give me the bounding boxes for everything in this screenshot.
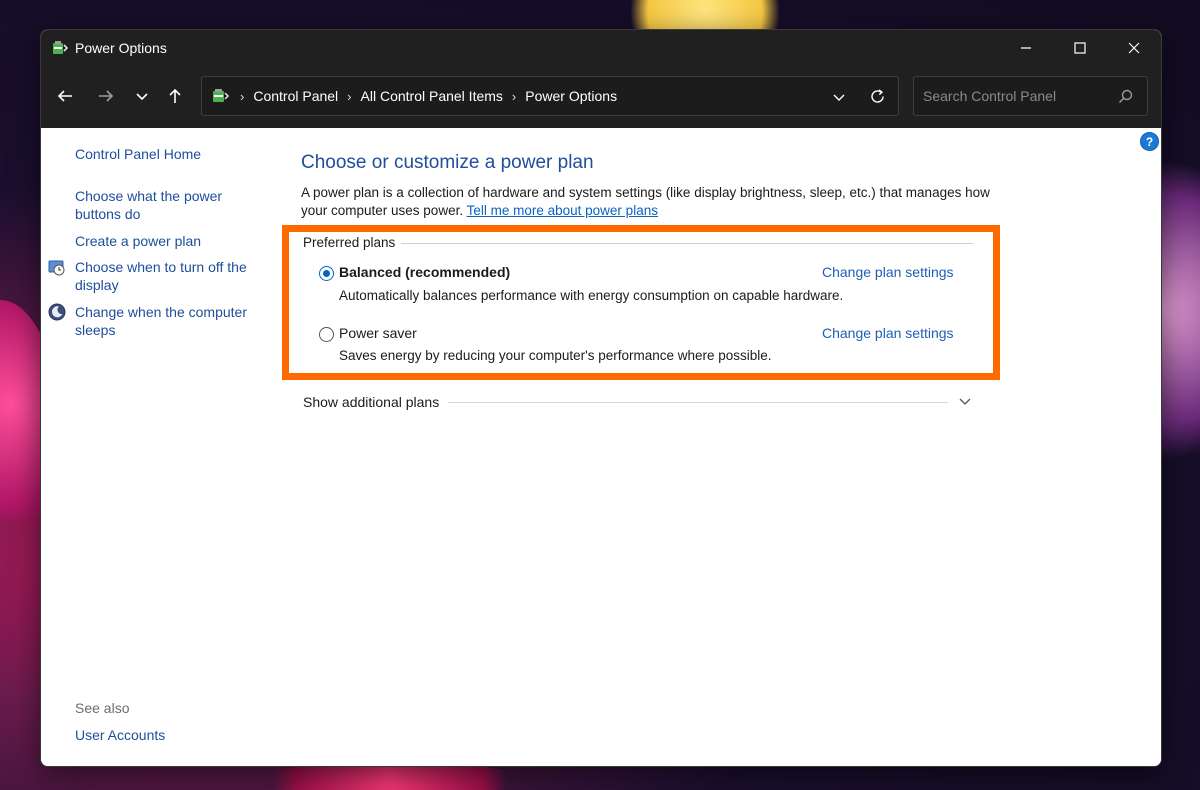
forward-button[interactable] [92, 82, 120, 110]
balanced-plan-radio[interactable] [319, 266, 334, 281]
power-saver-plan-description: Saves energy by reducing your computer's… [339, 348, 772, 363]
sidebar-link-computer-sleeps[interactable]: Change when the computer sleeps [75, 303, 260, 339]
balanced-change-settings-link[interactable]: Change plan settings [822, 264, 954, 280]
learn-more-link[interactable]: Tell me more about power plans [467, 203, 658, 218]
display-clock-icon [48, 260, 65, 276]
sidebar-link-power-buttons[interactable]: Choose what the power buttons do [75, 187, 260, 223]
breadcrumb-separator-icon[interactable]: › [347, 89, 351, 104]
power-saver-change-settings-link[interactable]: Change plan settings [822, 325, 954, 341]
address-dropdown-icon[interactable] [832, 90, 846, 104]
page-description: A power plan is a collection of hardware… [301, 184, 991, 220]
back-button[interactable] [51, 82, 79, 110]
back-arrow-icon [57, 90, 72, 102]
balanced-plan-description: Automatically balances performance with … [339, 288, 844, 303]
chevron-down-icon[interactable] [958, 394, 972, 408]
power-options-window: Power Options › Control Panel › All Cont… [40, 29, 1162, 767]
up-arrow-icon [169, 88, 181, 103]
search-input[interactable] [923, 88, 1113, 104]
balanced-plan-name[interactable]: Balanced (recommended) [339, 264, 510, 280]
close-button[interactable] [1107, 30, 1161, 65]
content-area: Control Panel Home Choose what the power… [41, 128, 1161, 766]
breadcrumb-power-options[interactable]: Power Options [525, 88, 617, 104]
sidebar-link-create-plan[interactable]: Create a power plan [75, 232, 260, 250]
maximize-button[interactable] [1053, 30, 1107, 65]
search-box[interactable] [913, 76, 1148, 116]
page-title: Choose or customize a power plan [301, 152, 594, 173]
sidebar: Control Panel Home Choose what the power… [41, 128, 271, 766]
breadcrumb-separator-icon[interactable]: › [512, 89, 516, 104]
up-button[interactable] [161, 82, 189, 110]
close-icon [1128, 42, 1140, 53]
maximize-icon [1074, 41, 1086, 54]
sidebar-link-display-off[interactable]: Choose when to turn off the display [75, 258, 260, 294]
recent-locations-button[interactable] [128, 82, 156, 110]
main-panel: Choose or customize a power plan A power… [282, 128, 1161, 766]
control-panel-icon [213, 89, 230, 102]
power-options-icon [53, 40, 69, 54]
navigation-bar: › Control Panel › All Control Panel Item… [41, 65, 1161, 128]
power-saver-plan-name[interactable]: Power saver [339, 325, 417, 341]
minimize-icon [1021, 46, 1031, 49]
sleep-moon-icon [48, 303, 66, 321]
address-bar[interactable]: › Control Panel › All Control Panel Item… [201, 76, 899, 116]
breadcrumb-all-items[interactable]: All Control Panel Items [361, 88, 503, 104]
additional-plans-divider [448, 402, 948, 403]
show-additional-plans-label[interactable]: Show additional plans [303, 394, 439, 410]
preferred-plans-label: Preferred plans [303, 235, 396, 250]
window-title: Power Options [75, 39, 167, 56]
power-saver-radio[interactable] [319, 327, 334, 342]
user-accounts-link[interactable]: User Accounts [75, 726, 260, 744]
breadcrumb-control-panel[interactable]: Control Panel [253, 88, 338, 104]
see-also-label: See also [75, 700, 130, 716]
title-bar: Power Options [41, 30, 1161, 65]
refresh-icon[interactable] [869, 88, 886, 105]
breadcrumb-separator-icon: › [240, 88, 245, 104]
group-divider [401, 243, 973, 244]
chevron-down-icon [136, 93, 148, 101]
search-icon[interactable] [1118, 89, 1133, 104]
forward-arrow-icon [99, 90, 114, 102]
help-icon[interactable]: ? [1140, 132, 1159, 151]
control-panel-home-link[interactable]: Control Panel Home [75, 145, 260, 163]
minimize-button[interactable] [999, 30, 1053, 65]
